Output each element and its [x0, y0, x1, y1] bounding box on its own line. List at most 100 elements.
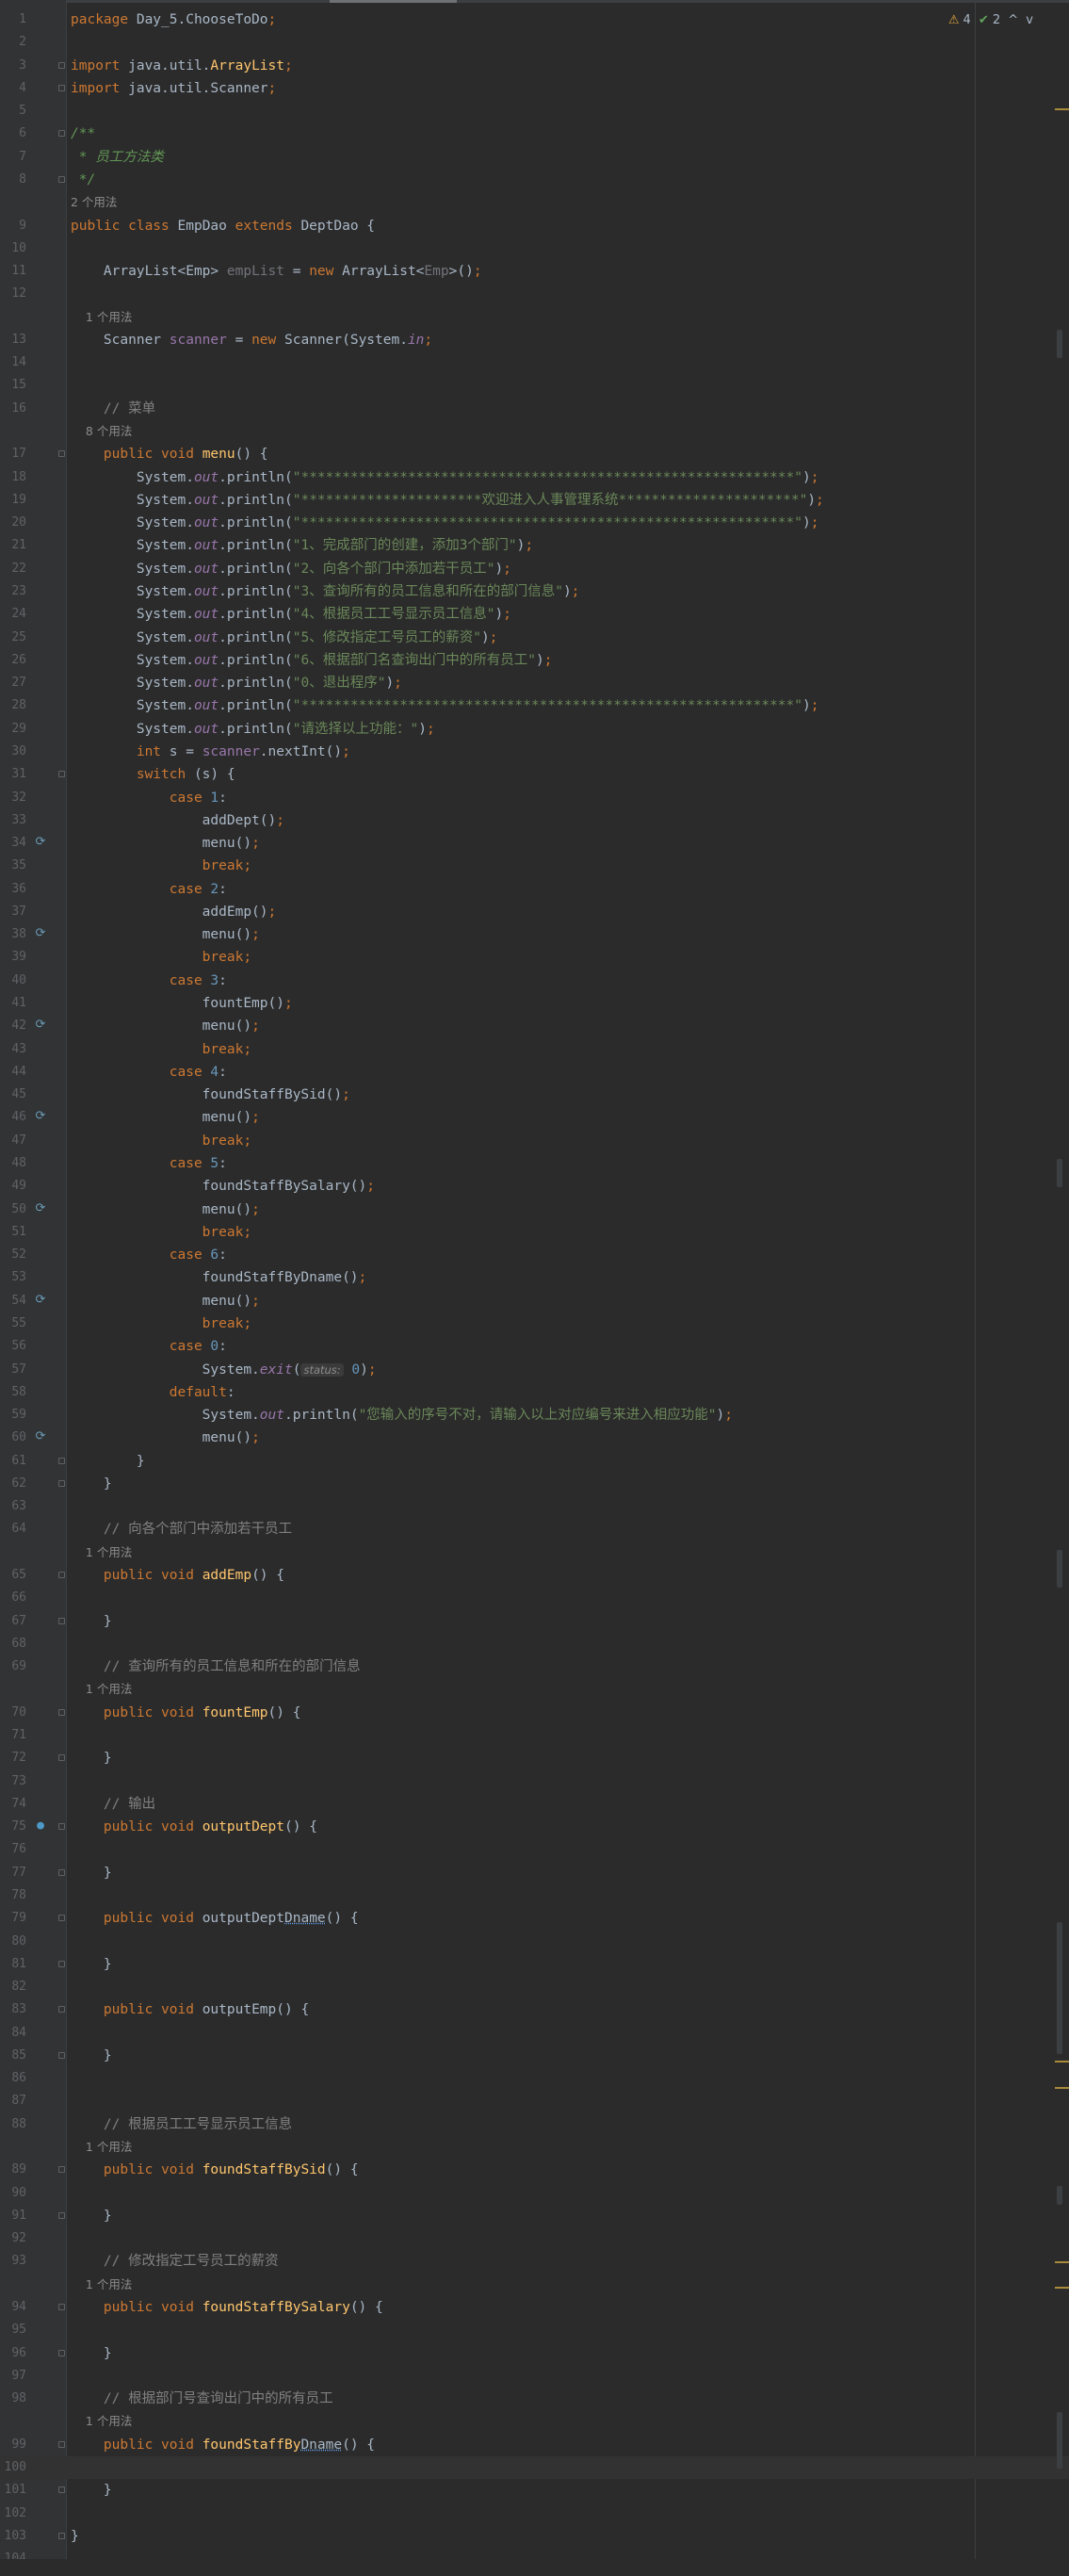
fold-toggle-icon[interactable]: [58, 84, 65, 91]
code-line[interactable]: 34 ⟳ menu();: [0, 832, 1069, 855]
code-text[interactable]: public void foundStaffBySalary() {: [71, 2296, 383, 2319]
code-text[interactable]: public void outputDept() {: [71, 1816, 317, 1838]
code-line[interactable]: 56 case 0:: [0, 1335, 1069, 1358]
scroll-thumb[interactable]: [1057, 1550, 1062, 1588]
code-text[interactable]: public void fountEmp() {: [71, 1702, 301, 1724]
code-text[interactable]: }: [71, 2342, 112, 2365]
scroll-thumb[interactable]: [1057, 330, 1062, 358]
fold-toggle-icon[interactable]: [58, 2440, 65, 2448]
code-line[interactable]: 91 }: [0, 2205, 1069, 2227]
code-line[interactable]: 22 System.out.println("2、向各个部门中添加若干员工");: [0, 558, 1069, 580]
code-line[interactable]: 24 System.out.println("4、根据员工工号显示员工信息");: [0, 603, 1069, 626]
usage-hint[interactable]: 8 个用法: [0, 420, 1069, 443]
code-line[interactable]: 89 public void foundStaffBySid() {: [0, 2159, 1069, 2181]
scroll-thumb[interactable]: [1057, 1922, 1062, 2054]
code-text[interactable]: System.out.println("********************…: [71, 466, 819, 489]
code-text[interactable]: import java.util.ArrayList;: [71, 55, 293, 77]
code-line[interactable]: 5: [0, 100, 1069, 122]
code-line[interactable]: 66: [0, 1587, 1069, 1609]
code-text[interactable]: break;: [71, 1221, 251, 1244]
code-text[interactable]: case 4:: [71, 1061, 227, 1084]
code-line[interactable]: 71: [0, 1724, 1069, 1747]
code-text[interactable]: switch (s) {: [71, 763, 235, 786]
code-text[interactable]: }: [71, 1473, 112, 1495]
code-line[interactable]: 93 // 修改指定工号员工的薪资: [0, 2250, 1069, 2273]
error-stripe-marker[interactable]: [1055, 108, 1069, 110]
code-text[interactable]: foundStaffBySalary();: [71, 1175, 375, 1198]
fold-toggle-icon[interactable]: [58, 2211, 65, 2219]
code-text[interactable]: // 菜单: [71, 398, 155, 420]
code-text[interactable]: System.out.println("********************…: [71, 512, 819, 534]
code-line[interactable]: 87: [0, 2090, 1069, 2112]
code-text[interactable]: public void menu() {: [71, 443, 268, 465]
code-line[interactable]: 7 * 员工方法类: [0, 146, 1069, 169]
usage-hint-text[interactable]: 1 个用法: [71, 2410, 132, 2433]
code-line[interactable]: 13 Scanner scanner = new Scanner(System.…: [0, 329, 1069, 351]
fold-toggle-icon[interactable]: [58, 130, 65, 138]
code-line[interactable]: 39 break;: [0, 946, 1069, 969]
code-line[interactable]: 61 }: [0, 1450, 1069, 1473]
code-text[interactable]: foundStaffBySid();: [71, 1084, 350, 1106]
code-text[interactable]: case 6:: [71, 1244, 227, 1266]
fold-toggle-icon[interactable]: [58, 1754, 65, 1762]
code-text[interactable]: case 5:: [71, 1152, 227, 1175]
usage-hint[interactable]: 1 个用法: [0, 1541, 1069, 1564]
fold-toggle-icon[interactable]: [58, 2532, 65, 2539]
code-line[interactable]: 42 ⟳ menu();: [0, 1015, 1069, 1037]
scroll-thumb[interactable]: [1057, 1159, 1062, 1187]
fold-toggle-icon[interactable]: [58, 175, 65, 183]
code-line[interactable]: 27 System.out.println("0、退出程序");: [0, 672, 1069, 694]
usage-hint-text[interactable]: 2 个用法: [71, 191, 117, 214]
code-line[interactable]: 84: [0, 2022, 1069, 2045]
code-line[interactable]: 99 public void foundStaffByDname() {: [0, 2434, 1069, 2456]
code-line[interactable]: 74 // 输出: [0, 1793, 1069, 1816]
code-line[interactable]: 62 }: [0, 1473, 1069, 1495]
fold-toggle-icon[interactable]: [58, 1457, 65, 1464]
code-line[interactable]: 2: [0, 31, 1069, 54]
scroll-thumb[interactable]: [1057, 2412, 1062, 2469]
code-text[interactable]: // 根据部门号查询出门中的所有员工: [71, 2388, 333, 2410]
code-line[interactable]: 70 public void fountEmp() {: [0, 1702, 1069, 1724]
code-text[interactable]: menu();: [71, 1290, 260, 1312]
code-line[interactable]: 11 ArrayList<Emp> empList = new ArrayLis…: [0, 260, 1069, 283]
recursive-call-icon[interactable]: ⟳: [34, 1019, 47, 1032]
fold-toggle-icon[interactable]: [58, 771, 65, 778]
code-text[interactable]: */: [71, 169, 95, 191]
code-text[interactable]: menu();: [71, 1015, 260, 1037]
code-line[interactable]: 1 package Day_5.ChooseToDo;: [0, 8, 1069, 31]
code-text[interactable]: addEmp();: [71, 901, 277, 923]
error-stripe-marker[interactable]: [1055, 2087, 1069, 2089]
code-line[interactable]: 31 switch (s) {: [0, 763, 1069, 786]
code-line[interactable]: 78: [0, 1884, 1069, 1907]
code-line[interactable]: 19 System.out.println("*****************…: [0, 489, 1069, 512]
active-tab-indicator[interactable]: [330, 0, 457, 3]
code-line[interactable]: 50 ⟳ menu();: [0, 1198, 1069, 1221]
code-line[interactable]: 60 ⟳ menu();: [0, 1427, 1069, 1449]
fold-toggle-icon[interactable]: [58, 2486, 65, 2494]
code-line[interactable]: 8 */: [0, 169, 1069, 191]
fold-toggle-icon[interactable]: [58, 2006, 65, 2014]
code-line[interactable]: 16 // 菜单: [0, 398, 1069, 420]
usage-hint[interactable]: 1 个用法: [0, 2136, 1069, 2159]
code-text[interactable]: import java.util.Scanner;: [71, 77, 276, 100]
fold-toggle-icon[interactable]: [58, 1617, 65, 1624]
code-line[interactable]: 21 System.out.println("1、完成部门的创建，添加3个部门"…: [0, 534, 1069, 557]
code-line[interactable]: 57 System.exit(status: 0);: [0, 1359, 1069, 1381]
code-line[interactable]: 67 }: [0, 1610, 1069, 1633]
code-line[interactable]: 98 // 根据部门号查询出门中的所有员工: [0, 2388, 1069, 2410]
recursive-call-icon[interactable]: ⟳: [34, 1110, 47, 1123]
code-text[interactable]: public class EmpDao extends DeptDao {: [71, 215, 375, 237]
usage-hint-text[interactable]: 1 个用法: [71, 1541, 132, 1564]
code-line[interactable]: 80: [0, 1931, 1069, 1953]
code-text[interactable]: /**: [71, 122, 95, 145]
code-line[interactable]: 15: [0, 374, 1069, 397]
fold-toggle-icon[interactable]: [58, 1868, 65, 1876]
code-text[interactable]: break;: [71, 946, 251, 969]
code-text[interactable]: }: [71, 1862, 112, 1884]
fold-toggle-icon[interactable]: [58, 61, 65, 69]
recursive-call-icon[interactable]: ⟳: [34, 1201, 47, 1215]
code-line[interactable]: 95: [0, 2319, 1069, 2341]
code-line[interactable]: 81 }: [0, 1953, 1069, 1976]
code-line[interactable]: 41 fountEmp();: [0, 992, 1069, 1015]
code-line[interactable]: 20 System.out.println("*****************…: [0, 512, 1069, 534]
